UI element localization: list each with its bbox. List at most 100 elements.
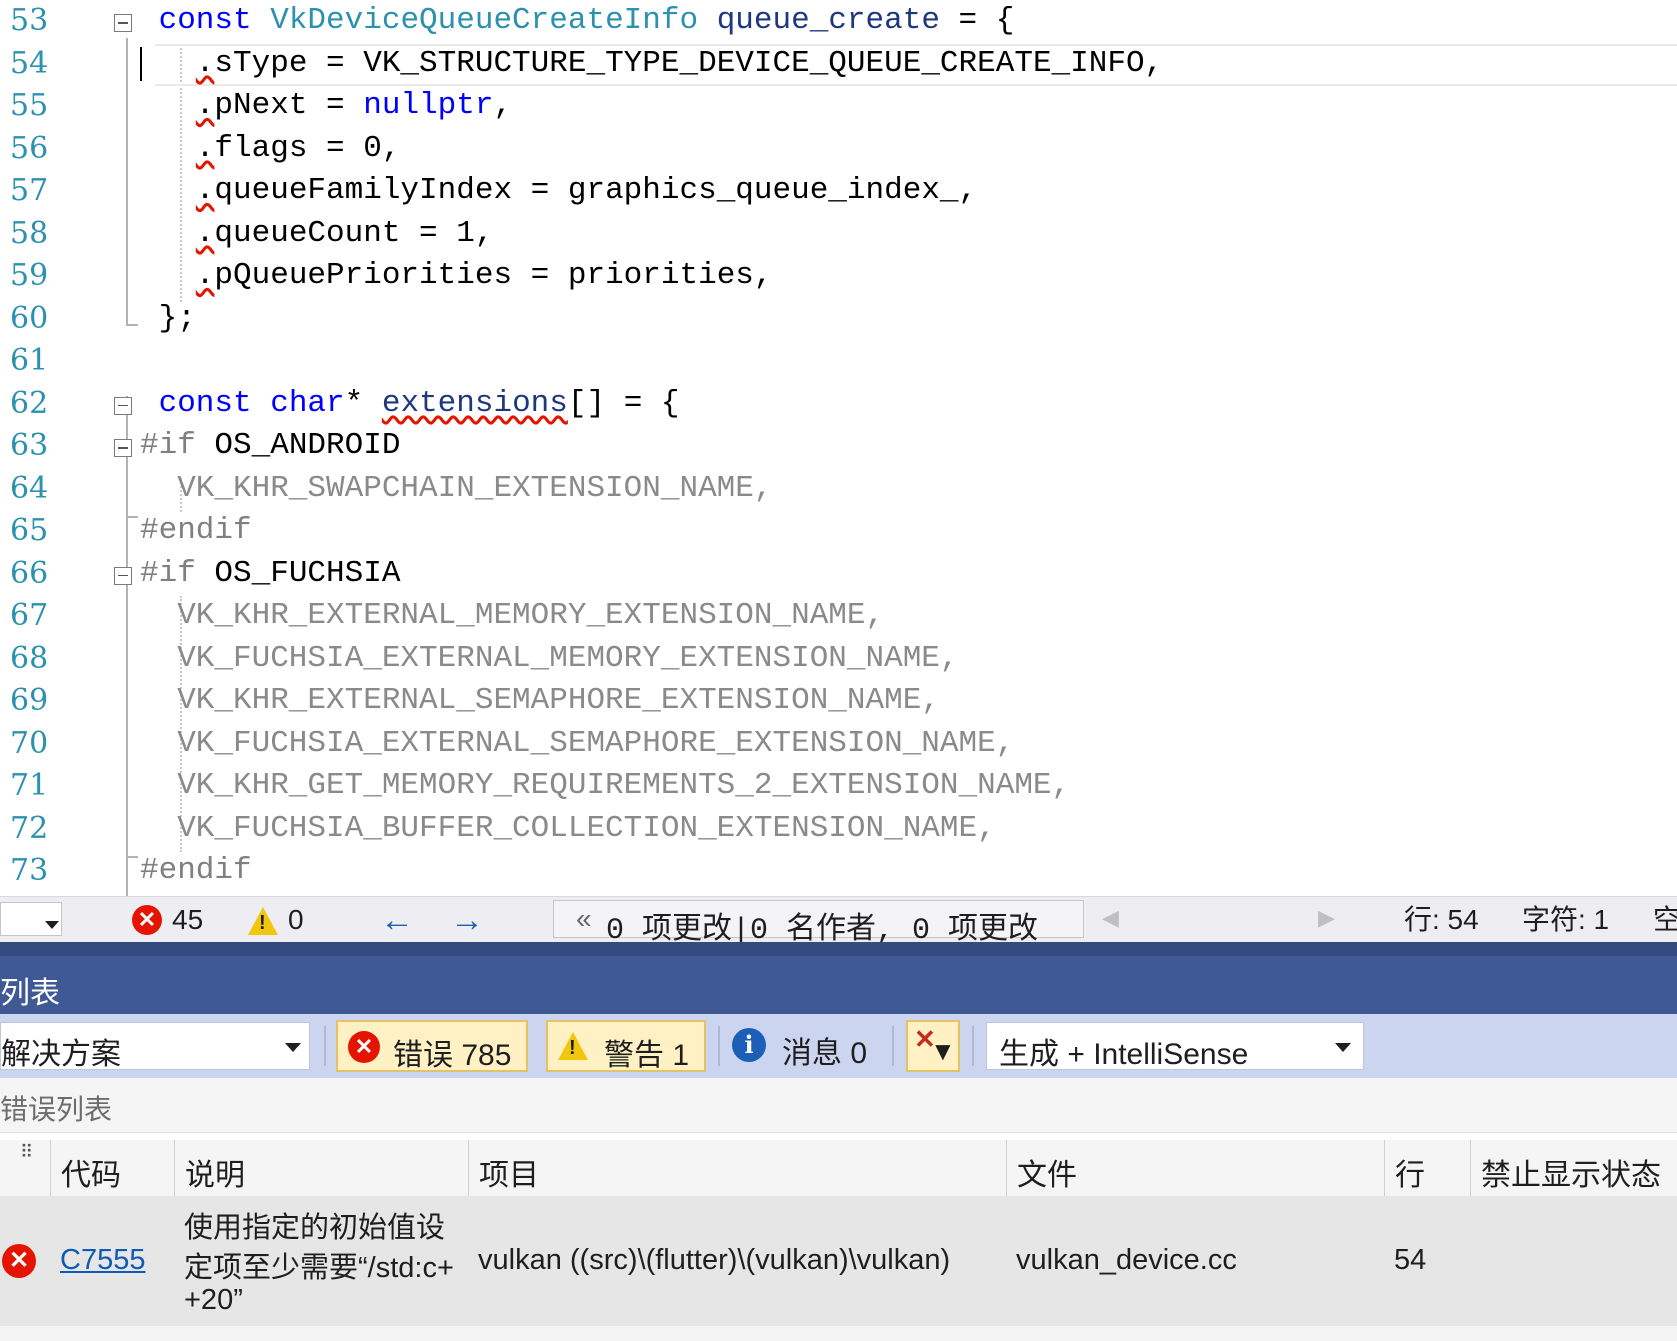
line-number: 56 xyxy=(10,130,49,166)
error-icon[interactable]: ✕ xyxy=(132,905,162,935)
code-text: #endif xyxy=(140,852,252,890)
table-row[interactable] xyxy=(0,1326,1677,1341)
code-token: VK_KHR_SWAPCHAIN_EXTENSION_NAME, xyxy=(177,470,773,506)
line-number: 55 xyxy=(10,88,49,123)
collapse-toggle-icon[interactable] xyxy=(114,14,132,32)
error-description-line1: 使用指定的初始值设 xyxy=(184,1212,446,1244)
messages-filter-button[interactable]: i 消息 0 xyxy=(730,1020,896,1072)
code-editor[interactable]: 53 const VkDeviceQueueCreateInfo queue_cr… xyxy=(0,0,1677,896)
info-icon: i xyxy=(732,1028,766,1062)
scope-label: 解决方案 xyxy=(1,1038,121,1071)
messages-filter-label: 消息 0 xyxy=(782,1037,868,1070)
warning-icon[interactable] xyxy=(248,907,278,935)
errors-filter-button[interactable]: ✕ 错误 785 xyxy=(336,1020,528,1072)
code-text: .flags = 0, xyxy=(196,130,401,168)
code-line[interactable]: 60}; xyxy=(0,298,1677,340)
code-text: .queueFamilyIndex = graphics_queue_index… xyxy=(196,172,977,210)
code-token: VK_FUCHSIA_EXTERNAL_MEMORY_EXTENSION_NAM… xyxy=(177,640,959,676)
code-token: = { xyxy=(939,3,1015,38)
scope-dropdown[interactable]: 解决方案 xyxy=(0,1022,310,1071)
error-icon: ✕ xyxy=(2,1244,36,1278)
code-token: . xyxy=(195,258,215,293)
code-text: #endif xyxy=(140,512,252,550)
build-source-label: 生成 + IntelliSense xyxy=(999,1038,1249,1071)
line-number: 61 xyxy=(10,343,49,378)
toolbar-separator xyxy=(324,1026,326,1066)
code-line[interactable]: 54 .sType = VK_STRUCTURE_TYPE_DEVICE_QUEU… xyxy=(0,43,1677,86)
code-token: #endif xyxy=(140,513,252,548)
column-header-code[interactable]: 代码 xyxy=(50,1140,174,1196)
code-line[interactable]: 73 #endif xyxy=(0,850,1677,892)
column-header-project[interactable]: 项目 xyxy=(468,1140,1006,1196)
scroll-right-icon[interactable]: ▶ xyxy=(1318,905,1335,931)
error-icon: ✕ xyxy=(348,1031,380,1063)
code-line[interactable]: 68 VK_FUCHSIA_EXTERNAL_MEMORY_EXTENSION_N… xyxy=(0,638,1677,680)
line-number: 73 xyxy=(10,853,49,888)
column-options-button[interactable]: ⠿ xyxy=(0,1140,50,1196)
warnings-filter-button[interactable]: 警告 1 xyxy=(546,1020,706,1072)
code-token: extensions xyxy=(381,385,568,421)
clear-filter-button[interactable]: ✕ ▼ xyxy=(906,1020,960,1072)
code-line[interactable]: 59 .pQueuePriorities = priorities, xyxy=(0,255,1677,297)
code-token: #endif xyxy=(140,853,252,888)
errors-filter-label: 错误 785 xyxy=(393,1039,512,1072)
code-token: . xyxy=(195,130,215,166)
whitespace-indicator[interactable]: 空 xyxy=(1653,903,1677,937)
warning-count[interactable]: 0 xyxy=(288,903,304,937)
collapse-toggle-icon[interactable] xyxy=(114,566,132,585)
code-token: #if xyxy=(140,555,196,591)
search-placeholder: 错误列表 xyxy=(0,1094,113,1125)
code-line[interactable]: 64 VK_KHR_SWAPCHAIN_EXTENSION_NAME, xyxy=(0,468,1677,510)
code-token: queueFamilyIndex = graphics_queue_index_… xyxy=(214,173,978,208)
navigate-back-button[interactable]: ← xyxy=(380,901,414,939)
collapse-toggle-icon[interactable] xyxy=(114,439,132,457)
code-text: VK_KHR_EXTERNAL_MEMORY_EXTENSION_NAME, xyxy=(177,597,884,635)
column-header-description[interactable]: 说明 xyxy=(174,1140,468,1196)
code-text: const char* extensions[] = { xyxy=(159,385,680,423)
codelens-indicator[interactable]: « 0 项更改|0 名作者, 0 项更改 xyxy=(553,900,1084,948)
code-line[interactable]: 62 const char* extensions[] = { xyxy=(0,383,1677,425)
line-number: 54 xyxy=(10,45,49,81)
code-line[interactable]: 56 .flags = 0, xyxy=(0,128,1677,170)
code-line[interactable]: 69 VK_KHR_EXTERNAL_SEMAPHORE_EXTENSION_NA… xyxy=(0,680,1677,722)
code-text: .pQueuePriorities = priorities, xyxy=(196,257,773,295)
navigate-forward-button[interactable]: → xyxy=(450,901,484,939)
line-number: 67 xyxy=(10,598,49,633)
table-row[interactable]: ✕ C7555 使用指定的初始值设 定项至少需要“/std:c+ +20” vu… xyxy=(0,1196,1677,1326)
column-header-file[interactable]: 文件 xyxy=(1006,1140,1384,1196)
code-token: VK_KHR_EXTERNAL_MEMORY_EXTENSION_NAME, xyxy=(177,598,885,633)
error-code-link[interactable]: C7555 xyxy=(60,1244,145,1277)
line-number: 59 xyxy=(10,258,49,293)
code-line[interactable]: 57 .queueFamilyIndex = graphics_queue_ind… xyxy=(0,170,1677,212)
code-line[interactable]: 72 VK_FUCHSIA_BUFFER_COLLECTION_EXTENSION… xyxy=(0,808,1677,850)
code-line[interactable]: 70 VK_FUCHSIA_EXTERNAL_SEMAPHORE_EXTENSIO… xyxy=(0,723,1677,765)
code-token: const xyxy=(158,385,271,421)
toolbar-separator xyxy=(892,1026,894,1066)
code-token: [] = { xyxy=(567,385,680,421)
scroll-left-icon[interactable]: ◀ xyxy=(1102,905,1119,931)
code-line[interactable]: 67 VK_KHR_EXTERNAL_MEMORY_EXTENSION_NAME, xyxy=(0,595,1677,637)
char-indicator[interactable]: 字符: 1 xyxy=(1522,903,1609,937)
column-options-icon: ⠿ xyxy=(20,1142,34,1162)
code-token: , xyxy=(493,88,513,123)
error-count[interactable]: 45 xyxy=(172,903,203,937)
collapse-toggle-icon[interactable] xyxy=(114,396,132,415)
build-source-dropdown[interactable]: 生成 + IntelliSense xyxy=(986,1022,1364,1071)
column-header-suppression[interactable]: 禁止显示状态 xyxy=(1470,1140,1677,1196)
code-line[interactable]: 63 #if OS_ANDROID xyxy=(0,425,1677,467)
code-text: VK_FUCHSIA_BUFFER_COLLECTION_EXTENSION_N… xyxy=(177,810,996,848)
code-line[interactable]: 55 .pNext = nullptr, xyxy=(0,85,1677,127)
code-line[interactable]: 71 VK_KHR_GET_MEMORY_REQUIREMENTS_2_EXTEN… xyxy=(0,765,1677,807)
error-line: 54 xyxy=(1394,1244,1427,1276)
code-text: VK_FUCHSIA_EXTERNAL_SEMAPHORE_EXTENSION_… xyxy=(177,725,1014,763)
error-list-search[interactable]: 错误列表 xyxy=(0,1078,1677,1133)
code-text: const VkDeviceQueueCreateInfo queue_crea… xyxy=(159,2,1015,40)
code-line[interactable]: 65 #endif xyxy=(0,510,1677,552)
code-line[interactable]: 61 xyxy=(0,340,1677,382)
zoom-dropdown[interactable] xyxy=(0,902,62,936)
code-line[interactable]: 58 .queueCount = 1, xyxy=(0,213,1677,255)
code-line[interactable]: 66 #if OS_FUCHSIA xyxy=(0,553,1677,595)
code-line[interactable]: 53 const VkDeviceQueueCreateInfo queue_cr… xyxy=(0,0,1677,42)
column-header-line[interactable]: 行 xyxy=(1384,1140,1470,1196)
line-indicator[interactable]: 行: 54 xyxy=(1404,903,1479,937)
